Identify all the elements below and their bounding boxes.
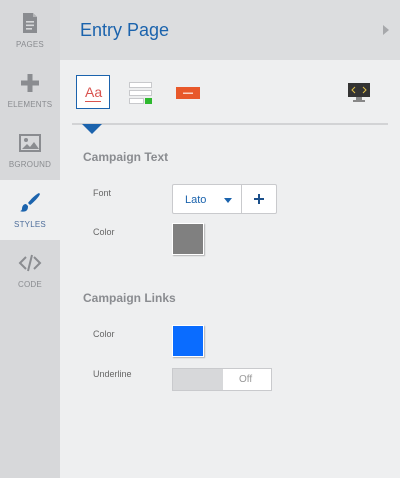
chevron-down-icon bbox=[224, 198, 232, 203]
underline-toggle[interactable]: Off bbox=[172, 368, 272, 391]
toolbar-divider bbox=[72, 123, 388, 125]
style-toolbar: Aa bbox=[60, 60, 400, 134]
sidebar-item-pages[interactable]: PAGES bbox=[0, 0, 60, 60]
text-color-label: Color bbox=[93, 227, 115, 237]
sidebar-item-styles[interactable]: STYLES bbox=[0, 180, 60, 240]
text-style-glyph: Aa bbox=[85, 84, 103, 100]
sidebar-item-label: CODE bbox=[18, 280, 42, 289]
link-color-swatch[interactable] bbox=[172, 325, 204, 357]
add-font-button[interactable] bbox=[241, 184, 277, 214]
plus-icon bbox=[21, 74, 39, 92]
font-label: Font bbox=[93, 188, 112, 198]
code-icon bbox=[18, 254, 42, 272]
sidebar-item-elements[interactable]: ELEMENTS bbox=[0, 60, 60, 120]
brush-icon bbox=[20, 193, 40, 212]
sidebar-item-bground[interactable]: BGROUND bbox=[0, 120, 60, 180]
custom-code-tool[interactable] bbox=[347, 82, 371, 104]
text-style-tool[interactable]: Aa bbox=[76, 75, 110, 109]
font-select-value: Lato bbox=[185, 194, 207, 206]
text-color-swatch[interactable] bbox=[172, 223, 204, 255]
font-select[interactable]: Lato bbox=[172, 184, 242, 214]
plus-icon bbox=[254, 194, 264, 204]
link-color-label: Color bbox=[93, 329, 115, 339]
sidebar-item-label: STYLES bbox=[14, 220, 46, 229]
page-icon bbox=[23, 13, 37, 33]
active-tool-caret-icon bbox=[82, 124, 102, 134]
form-layout-tool[interactable] bbox=[129, 81, 153, 105]
image-icon bbox=[19, 134, 41, 152]
sidebar-item-label: ELEMENTS bbox=[7, 100, 53, 109]
page-title: Entry Page bbox=[80, 20, 170, 40]
campaign-links-heading: Campaign Links bbox=[83, 291, 176, 305]
underline-label: Underline bbox=[93, 369, 132, 379]
toggle-state-label: Off bbox=[239, 374, 253, 385]
underline-decoration bbox=[85, 101, 101, 102]
button-style-tool[interactable] bbox=[175, 85, 201, 101]
sidebar-item-code[interactable]: CODE bbox=[0, 240, 60, 300]
campaign-text-heading: Campaign Text bbox=[83, 150, 169, 164]
sidebar-item-label: PAGES bbox=[16, 40, 44, 49]
sidebar-item-label: BGROUND bbox=[8, 160, 52, 169]
toggle-knob bbox=[173, 369, 223, 390]
chevron-right-icon[interactable] bbox=[382, 24, 390, 36]
panel-header: Entry Page bbox=[60, 0, 400, 60]
left-sidebar: PAGES ELEMENTS BGROUND STYLES CODE bbox=[0, 0, 60, 478]
